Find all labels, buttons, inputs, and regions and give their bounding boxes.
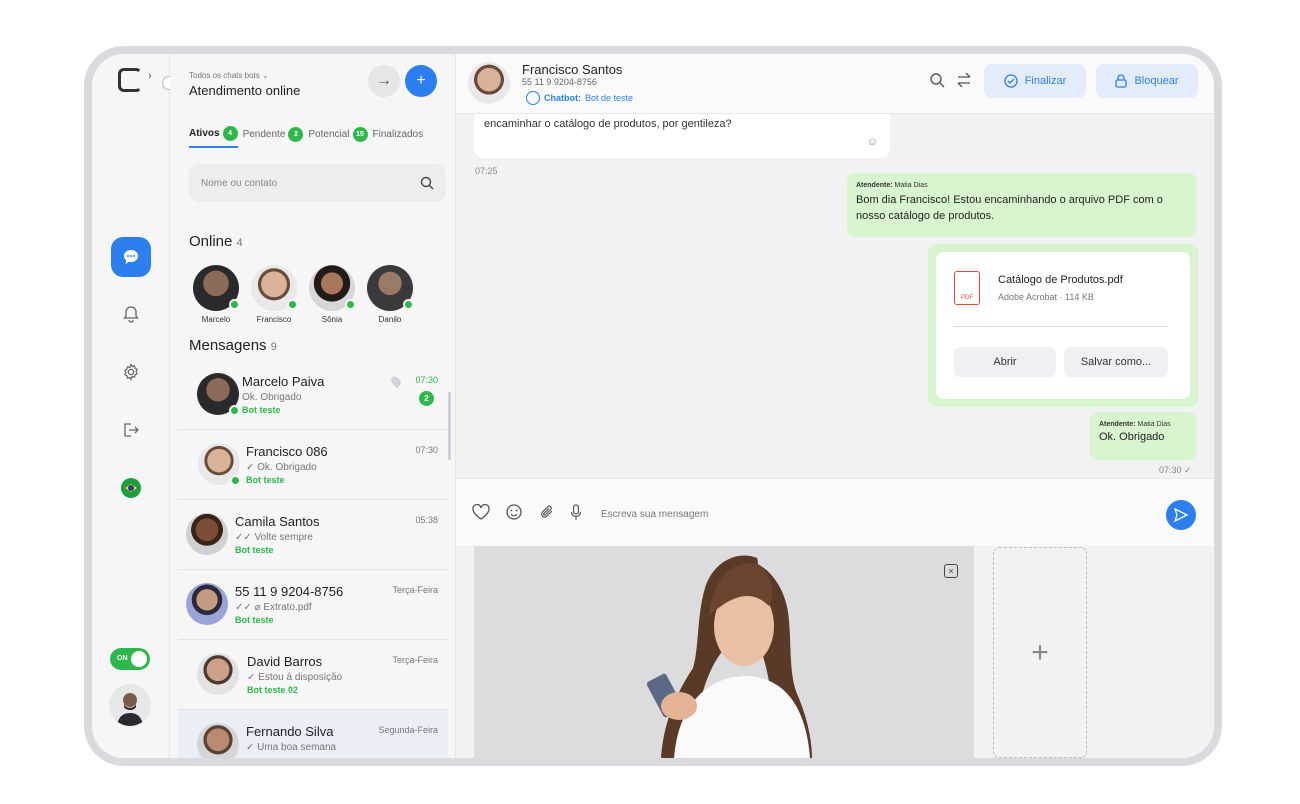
gear-icon[interactable]: [111, 352, 151, 392]
online-toggle[interactable]: ON: [110, 648, 150, 670]
online-user[interactable]: Danilo: [366, 265, 414, 324]
tab-pendente[interactable]: Pendente 2: [243, 127, 304, 147]
avatar: [197, 373, 240, 416]
list-item[interactable]: Camila Santos ✓✓ Volte sempre Bot teste …: [178, 500, 448, 570]
message-time: 07:25: [475, 166, 498, 176]
unread-badge: 2: [419, 391, 434, 406]
online-heading: Online 4: [189, 233, 243, 250]
contact-name: Francisco Santos: [522, 62, 623, 77]
list-item[interactable]: Marcelo Paiva Ok. Obrigado Bot teste 07:…: [178, 360, 448, 430]
count-badge: 15: [352, 127, 368, 142]
send-icon: [1174, 508, 1188, 522]
file-meta: Adobe Acrobat · 114 KB: [998, 292, 1094, 302]
new-chat-button[interactable]: +: [405, 65, 437, 97]
send-button[interactable]: [1166, 500, 1196, 530]
microphone-icon[interactable]: [570, 504, 582, 525]
message-input[interactable]: Escreva sua mensagem: [601, 509, 708, 520]
chatbot-label: Chatbot: Bot de teste: [526, 91, 633, 105]
file-card: PDF Catálogo de Produtos.pdf Adobe Acrob…: [936, 252, 1190, 399]
woman-with-phone-image: [474, 546, 974, 758]
outgoing-message: Atendente: Matia Dias Ok. Obrigado: [1090, 412, 1197, 460]
conversation-panel: Todos os chats bots ⌄ Atendimento online…: [170, 54, 456, 758]
file-message: PDF Catálogo de Produtos.pdf Adobe Acrob…: [928, 244, 1198, 407]
save-as-button[interactable]: Salvar como...: [1064, 347, 1168, 377]
online-user[interactable]: Sônia: [308, 265, 356, 324]
block-button[interactable]: Bloquear: [1096, 64, 1198, 98]
tab-ativos[interactable]: Ativos 4: [189, 126, 238, 148]
lock-icon: [1115, 74, 1128, 88]
avatar: [186, 513, 228, 555]
tab-finalizados[interactable]: Finalizados: [373, 129, 424, 145]
whatsapp-icon: [526, 91, 540, 105]
close-icon[interactable]: ×: [944, 564, 958, 578]
chat-panel: Francisco Santos 55 11 9 9204-8756 Chatb…: [456, 54, 1214, 758]
list-item[interactable]: Francisco 086 ✓ Ok. Obrigado Bot teste 0…: [178, 430, 448, 500]
list-item[interactable]: 55 11 9 9204-8756 ✓✓ ⌀ Extrato.pdf Bot t…: [178, 570, 448, 640]
online-user[interactable]: Francisco: [250, 265, 298, 324]
open-file-button[interactable]: Abrir: [954, 347, 1056, 377]
divider: [954, 326, 1168, 327]
avatar: [186, 583, 228, 625]
file-name: Catálogo de Produtos.pdf: [998, 274, 1123, 286]
online-user[interactable]: Marcelo: [192, 265, 240, 324]
chat-icon[interactable]: [111, 237, 151, 277]
messages-heading: Mensagens 9: [189, 337, 277, 354]
search-icon: [420, 176, 434, 190]
message-composer: Escreva sua mensagem: [456, 478, 1214, 546]
online-list: Marcelo Francisco Sônia Danilo: [192, 265, 414, 324]
pin-icon: [389, 374, 403, 389]
count-badge: 2: [288, 127, 304, 142]
avatar[interactable]: [468, 62, 510, 104]
logo-icon: [118, 68, 142, 92]
status-tabs: Ativos 4 Pendente 2 Potencial 15 Finalizado…: [189, 126, 423, 148]
incoming-message: encaminhar o catálogo de produtos, por g…: [474, 114, 890, 158]
left-rail: › ON: [92, 54, 176, 758]
list-item[interactable]: David Barros ✓ Estou à disposição Bot te…: [178, 640, 448, 710]
search-icon[interactable]: [929, 72, 945, 92]
tab-potencial[interactable]: Potencial 15: [308, 127, 368, 147]
forward-button[interactable]: →: [368, 65, 400, 97]
transfer-icon[interactable]: [956, 72, 972, 92]
logout-icon[interactable]: [111, 410, 151, 450]
list-item[interactable]: Fernando Silva ✓ Uma boa semana Segunda-…: [178, 710, 448, 758]
list-scrollbar[interactable]: [448, 392, 451, 460]
count-badge: 4: [222, 126, 238, 141]
avatar[interactable]: [109, 684, 151, 726]
bell-icon[interactable]: [111, 294, 151, 334]
add-attachment-button[interactable]: +: [993, 547, 1087, 758]
app-screen: › ON Todos os chats bots ⌄ Atendimento o…: [92, 54, 1214, 758]
image-preview: ×: [474, 546, 974, 758]
message-time: 07:30 ✓: [1159, 465, 1192, 475]
panel-title: Atendimento online: [189, 83, 301, 98]
brazil-flag-icon[interactable]: [111, 468, 151, 508]
chevron-right-icon[interactable]: ›: [148, 70, 152, 82]
emoji-icon[interactable]: [506, 504, 522, 524]
check-circle-icon: [1004, 74, 1018, 88]
avatar: [198, 443, 241, 486]
contact-phone: 55 11 9 9204-8756: [522, 77, 597, 87]
finalize-button[interactable]: Finalizar: [984, 64, 1086, 98]
bot-filter-dropdown[interactable]: Todos os chats bots ⌄: [189, 71, 269, 80]
search-input[interactable]: Nome ou contato: [189, 164, 446, 202]
avatar: [197, 653, 239, 695]
outgoing-message: Atendente: Matia Dias Bom dia Francisco!…: [847, 173, 1197, 237]
heart-icon[interactable]: [472, 503, 490, 524]
paperclip-icon[interactable]: [539, 504, 555, 524]
chat-header: Francisco Santos 55 11 9 9204-8756 Chatb…: [456, 54, 1214, 114]
emoji-icon[interactable]: ☺: [867, 136, 878, 148]
avatar: [197, 723, 239, 758]
pdf-icon: PDF: [954, 271, 980, 305]
